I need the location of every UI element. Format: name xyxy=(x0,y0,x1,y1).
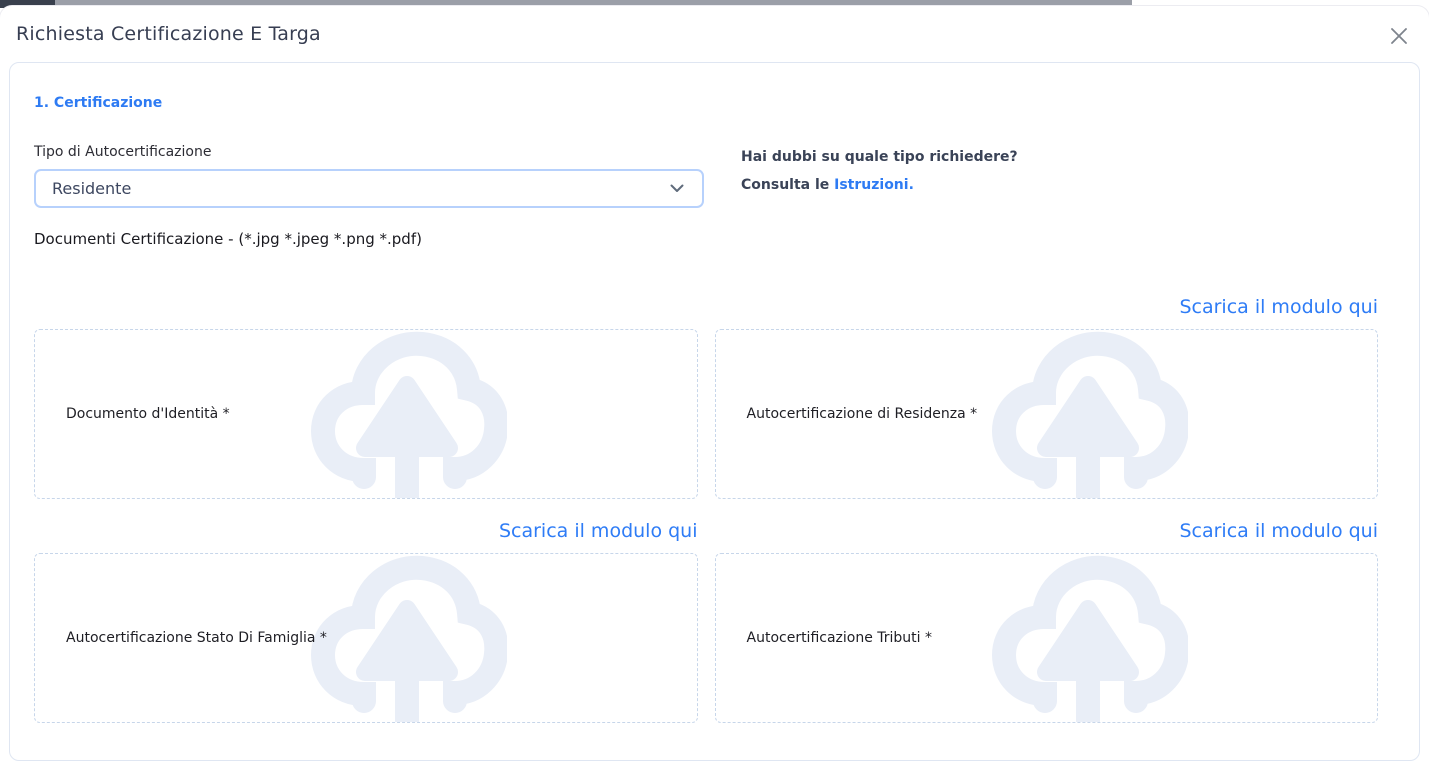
form-panel: 1. Certificazione Tipo di Autocertificaz… xyxy=(9,62,1420,761)
type-select[interactable]: Residente xyxy=(34,169,704,208)
download-module-link-residenza[interactable]: Scarica il modulo qui xyxy=(1179,294,1378,320)
upload-box-label: Autocertificazione Stato Di Famiglia * xyxy=(66,630,327,646)
istruzioni-link[interactable]: Istruzioni. xyxy=(834,177,914,193)
upload-grid-row-1: Documento d'Identità * Autocertificazion… xyxy=(34,329,1378,499)
section-step-title: 1. Certificazione xyxy=(34,95,1378,111)
cloud-upload-icon xyxy=(307,330,507,499)
documents-format-label: Documenti Certificazione - (*.jpg *.jpeg… xyxy=(34,230,1378,248)
type-select-group: Tipo di Autocertificazione Residente xyxy=(34,144,704,208)
download-link-row-2: Scarica il modulo qui Scarica il modulo … xyxy=(34,518,1378,544)
upload-grid-row-2: Autocertificazione Stato Di Famiglia * A… xyxy=(34,553,1378,723)
close-button[interactable] xyxy=(1385,22,1413,50)
upload-box-label: Autocertificazione Tributi * xyxy=(747,630,933,646)
download-module-link-stato-famiglia[interactable]: Scarica il modulo qui xyxy=(499,518,698,544)
type-select-label: Tipo di Autocertificazione xyxy=(34,144,704,160)
upload-box-autocert-stato-famiglia[interactable]: Autocertificazione Stato Di Famiglia * xyxy=(34,553,698,723)
help-answer: Consulta le Istruzioni. xyxy=(741,175,1018,195)
modal-richiesta-certificazione: Richiesta Certificazione E Targa 1. Cert… xyxy=(0,6,1429,761)
cloud-upload-icon xyxy=(307,554,507,723)
help-text-block: Hai dubbi su quale tipo richiedere? Cons… xyxy=(741,144,1018,195)
help-answer-prefix: Consulta le xyxy=(741,177,834,193)
modal-header: Richiesta Certificazione E Targa xyxy=(0,6,1429,62)
download-module-link-tributi[interactable]: Scarica il modulo qui xyxy=(1179,518,1378,544)
chevron-down-icon xyxy=(670,184,684,193)
modal-title: Richiesta Certificazione E Targa xyxy=(16,23,1413,45)
upload-box-label: Autocertificazione di Residenza * xyxy=(747,406,978,422)
cloud-upload-icon xyxy=(988,330,1188,499)
upload-box-label: Documento d'Identità * xyxy=(66,406,230,422)
help-question: Hai dubbi su quale tipo richiedere? xyxy=(741,147,1018,167)
download-link-spacer xyxy=(34,294,698,320)
upload-box-documento-identita[interactable]: Documento d'Identità * xyxy=(34,329,698,499)
download-link-row-1: Scarica il modulo qui xyxy=(34,294,1378,320)
upload-box-autocert-tributi[interactable]: Autocertificazione Tributi * xyxy=(715,553,1379,723)
close-icon xyxy=(1389,26,1409,46)
type-select-value: Residente xyxy=(52,179,131,198)
cloud-upload-icon xyxy=(988,554,1188,723)
upload-box-autocert-residenza[interactable]: Autocertificazione di Residenza * xyxy=(715,329,1379,499)
type-row: Tipo di Autocertificazione Residente Hai… xyxy=(34,144,1378,208)
